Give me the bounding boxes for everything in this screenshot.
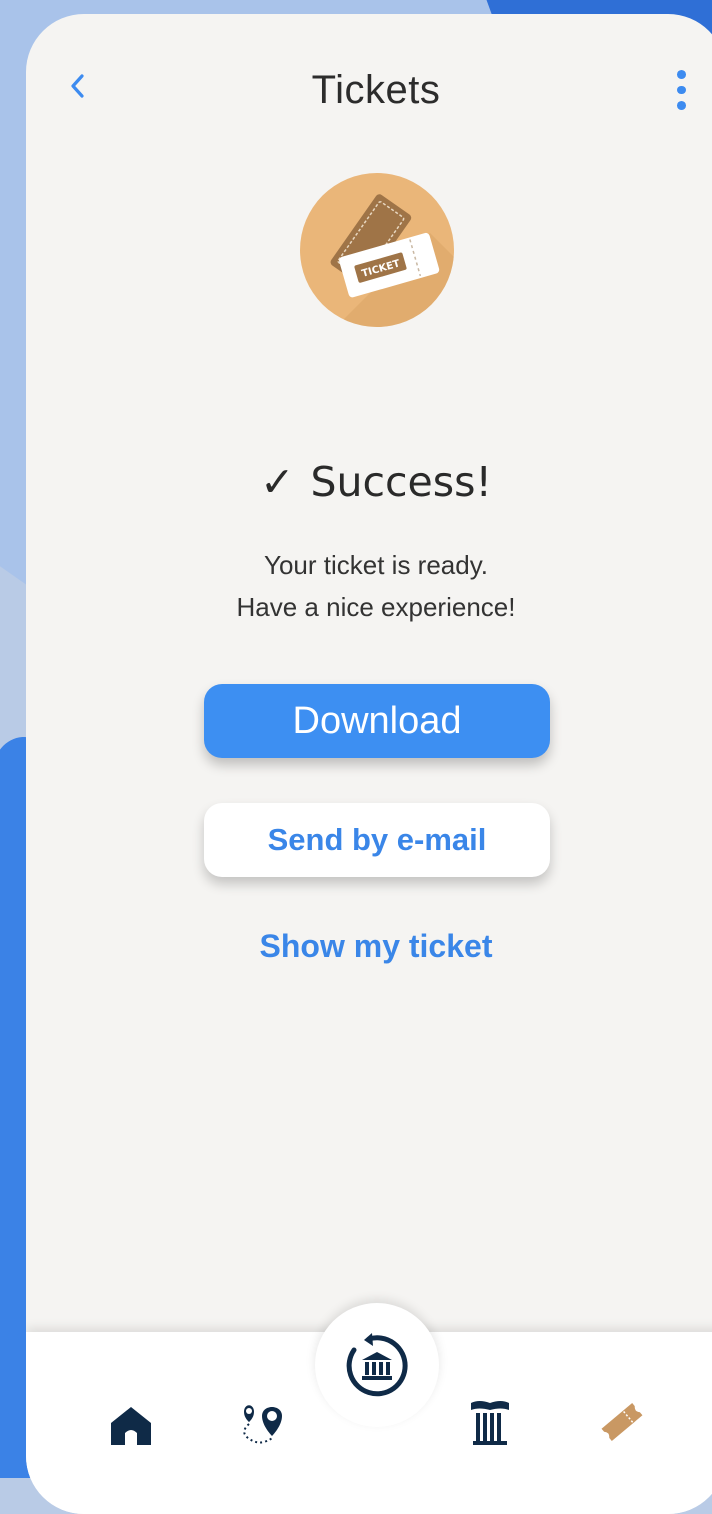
phone-screen: Tickets TICKET ✓ Success! Your ticket is …: [26, 14, 712, 1514]
send-email-button[interactable]: Send by e-mail: [204, 803, 550, 877]
ticket-icon: TICKET: [300, 173, 454, 327]
success-heading: ✓ Success!: [26, 458, 712, 506]
tab-museum[interactable]: [462, 1394, 518, 1450]
vertical-dots-icon: [676, 70, 686, 79]
success-message: Your ticket is ready. Have a nice experi…: [26, 544, 712, 628]
tab-route[interactable]: [232, 1394, 302, 1454]
museum-icon: [471, 1401, 509, 1445]
museum-history-icon: [346, 1333, 408, 1397]
tab-home[interactable]: [106, 1400, 156, 1450]
check-icon: ✓: [260, 458, 295, 506]
show-ticket-link[interactable]: Show my ticket: [26, 928, 712, 965]
route-icon: [243, 1405, 282, 1444]
more-menu-button[interactable]: [666, 70, 696, 111]
page-title: Tickets: [311, 68, 441, 112]
tickets-icon: [601, 1403, 643, 1441]
message-line-1: Your ticket is ready.: [264, 550, 488, 580]
center-museum-button[interactable]: [315, 1303, 439, 1427]
download-button[interactable]: Download: [204, 684, 550, 758]
success-text: Success!: [310, 458, 492, 506]
tab-tickets[interactable]: [594, 1394, 650, 1450]
app-header: Tickets: [26, 14, 712, 154]
message-line-2: Have a nice experience!: [236, 592, 516, 622]
home-icon: [111, 1407, 151, 1445]
